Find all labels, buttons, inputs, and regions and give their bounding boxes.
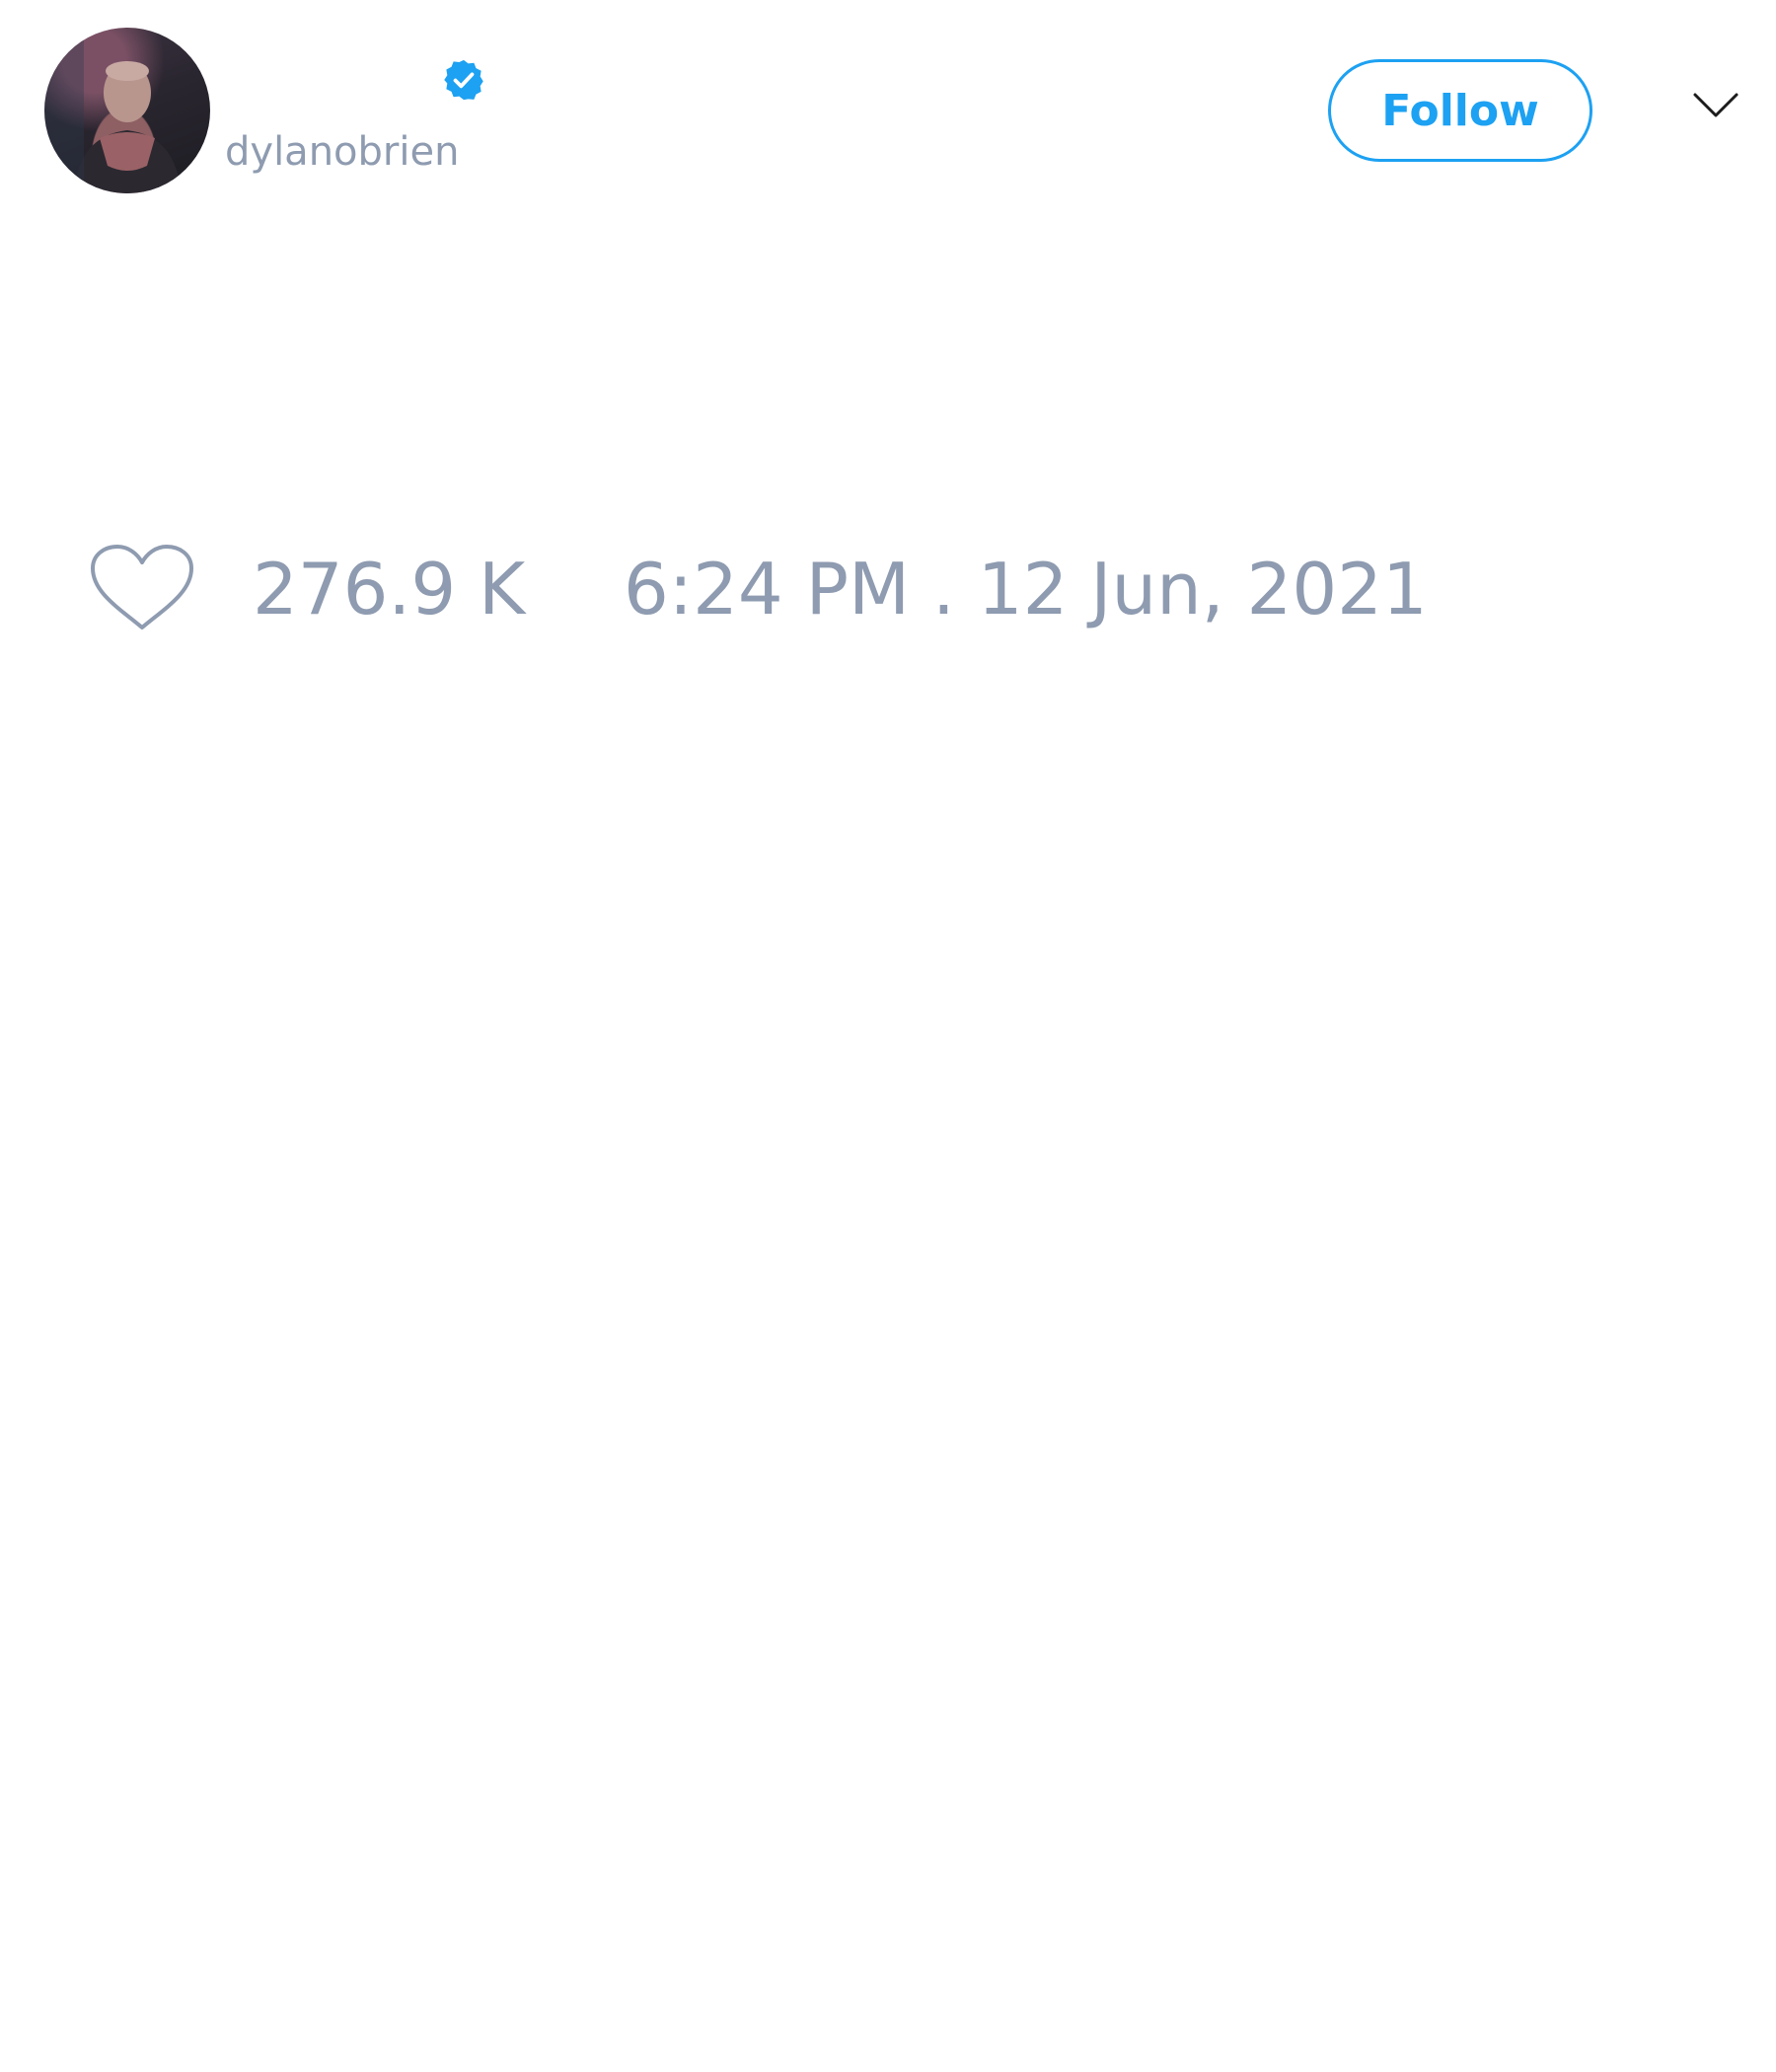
like-count: 276.9 K	[253, 548, 526, 630]
author-handle[interactable]: dylanobrien	[225, 126, 459, 178]
follow-button[interactable]: Follow	[1328, 59, 1592, 162]
avatar-photo	[44, 28, 181, 193]
tweet-timestamp[interactable]: 6:24 PM . 12 Jun, 2021	[624, 548, 1428, 630]
chevron-down-icon[interactable]	[1691, 89, 1740, 122]
avatar[interactable]	[44, 28, 210, 193]
heart-outline-icon[interactable]	[89, 543, 195, 633]
verified-badge-icon	[444, 59, 483, 101]
